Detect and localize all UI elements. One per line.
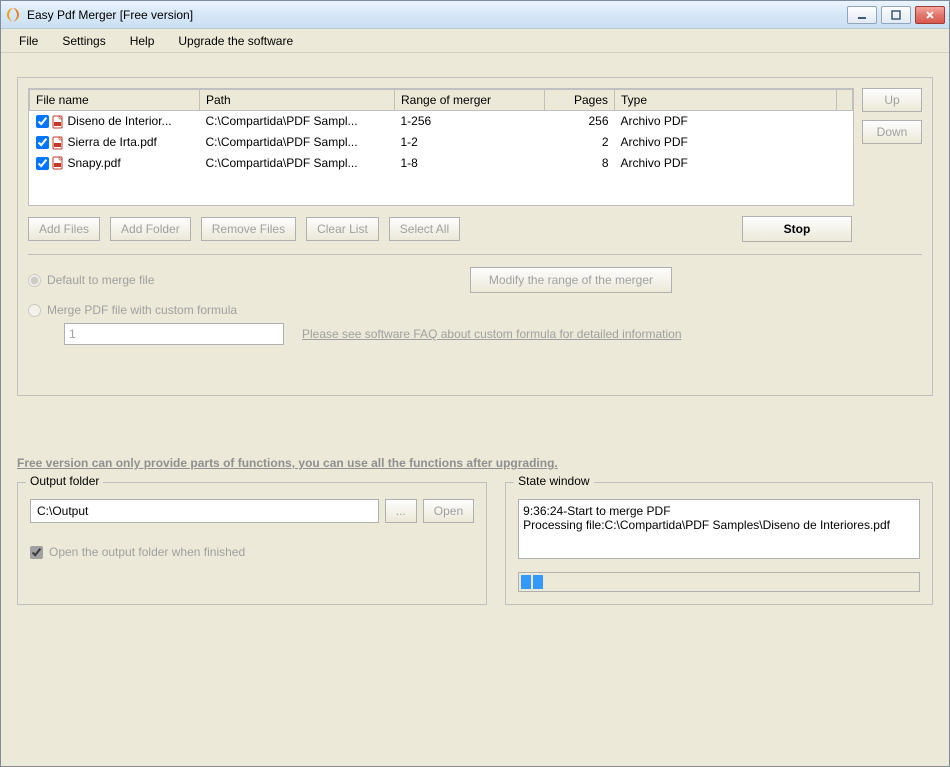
cell-pages: 2: [545, 132, 615, 153]
minimize-button[interactable]: [847, 6, 877, 24]
row-checkbox[interactable]: [36, 157, 49, 170]
open-folder-button[interactable]: Open: [423, 499, 474, 523]
radio-custom-formula-label: Merge PDF file with custom formula: [47, 303, 237, 317]
col-path[interactable]: Path: [200, 90, 395, 111]
faq-link[interactable]: Please see software FAQ about custom for…: [302, 327, 682, 341]
table-row[interactable]: Diseno de Interior... C:\Compartida\PDF S…: [30, 111, 853, 132]
select-all-button[interactable]: Select All: [389, 217, 460, 241]
window-title: Easy Pdf Merger [Free version]: [27, 8, 847, 22]
progress-segment: [521, 575, 531, 589]
table-row[interactable]: Snapy.pdf C:\Compartida\PDF Sampl...1-88A…: [30, 153, 853, 174]
cell-filename: Sierra de Irta.pdf: [68, 135, 157, 149]
output-path-input[interactable]: [30, 499, 379, 523]
modify-range-button[interactable]: Modify the range of the merger: [470, 267, 672, 293]
state-legend: State window: [514, 474, 593, 488]
cell-filename: Snapy.pdf: [68, 156, 121, 170]
browse-button[interactable]: ...: [385, 499, 417, 523]
cell-range: 1-2: [395, 132, 545, 153]
progress-segment: [533, 575, 543, 589]
down-button[interactable]: Down: [862, 120, 922, 144]
col-type[interactable]: Type: [615, 90, 837, 111]
formula-input[interactable]: [64, 323, 284, 345]
titlebar[interactable]: Easy Pdf Merger [Free version]: [1, 1, 949, 29]
output-legend: Output folder: [26, 474, 103, 488]
cell-path: C:\Compartida\PDF Sampl...: [200, 153, 395, 174]
cell-filename: Diseno de Interior...: [68, 114, 172, 128]
app-icon: [5, 7, 21, 23]
app-window: Easy Pdf Merger [Free version] File Sett…: [0, 0, 950, 767]
cell-range: 1-8: [395, 153, 545, 174]
col-extra[interactable]: [837, 90, 853, 111]
state-log[interactable]: [518, 499, 920, 559]
maximize-button[interactable]: [881, 6, 911, 24]
cell-range: 1-256: [395, 111, 545, 132]
progress-bar: [518, 572, 920, 592]
open-when-finished-label: Open the output folder when finished: [49, 545, 245, 559]
radio-default-merge[interactable]: Default to merge file: [28, 273, 154, 287]
cell-path: C:\Compartida\PDF Sampl...: [200, 132, 395, 153]
add-files-button[interactable]: Add Files: [28, 217, 100, 241]
col-range[interactable]: Range of merger: [395, 90, 545, 111]
open-when-finished[interactable]: Open the output folder when finished: [30, 545, 474, 559]
content-area: File name Path Range of merger Pages Typ…: [1, 53, 949, 766]
radio-custom-formula[interactable]: Merge PDF file with custom formula: [28, 303, 922, 317]
up-button[interactable]: Up: [862, 88, 922, 112]
menu-settings[interactable]: Settings: [52, 32, 115, 50]
cell-pages: 256: [545, 111, 615, 132]
radio-custom-formula-input[interactable]: [28, 304, 41, 317]
open-when-finished-checkbox[interactable]: [30, 546, 43, 559]
output-folder-group: Output folder ... Open Open the output f…: [17, 482, 487, 605]
file-table[interactable]: File name Path Range of merger Pages Typ…: [28, 88, 854, 206]
upgrade-note-link[interactable]: Free version can only provide parts of f…: [17, 456, 933, 470]
radio-default-merge-label: Default to merge file: [47, 273, 154, 287]
cell-type: Archivo PDF: [615, 132, 837, 153]
cell-pages: 8: [545, 153, 615, 174]
col-pages[interactable]: Pages: [545, 90, 615, 111]
menu-help[interactable]: Help: [120, 32, 165, 50]
table-row[interactable]: Sierra de Irta.pdf C:\Compartida\PDF Samp…: [30, 132, 853, 153]
close-button[interactable]: [915, 6, 945, 24]
col-filename[interactable]: File name: [30, 90, 200, 111]
remove-files-button[interactable]: Remove Files: [201, 217, 296, 241]
add-folder-button[interactable]: Add Folder: [110, 217, 191, 241]
menu-file[interactable]: File: [9, 32, 48, 50]
menubar: File Settings Help Upgrade the software: [1, 29, 949, 53]
cell-type: Archivo PDF: [615, 153, 837, 174]
radio-default-merge-input[interactable]: [28, 274, 41, 287]
clear-list-button[interactable]: Clear List: [306, 217, 379, 241]
cell-type: Archivo PDF: [615, 111, 837, 132]
main-panel: File name Path Range of merger Pages Typ…: [17, 77, 933, 396]
stop-button[interactable]: Stop: [742, 216, 852, 242]
menu-upgrade[interactable]: Upgrade the software: [168, 32, 303, 50]
row-checkbox[interactable]: [36, 115, 49, 128]
row-checkbox[interactable]: [36, 136, 49, 149]
window-controls: [847, 6, 945, 24]
state-window-group: State window: [505, 482, 933, 605]
cell-path: C:\Compartida\PDF Sampl...: [200, 111, 395, 132]
